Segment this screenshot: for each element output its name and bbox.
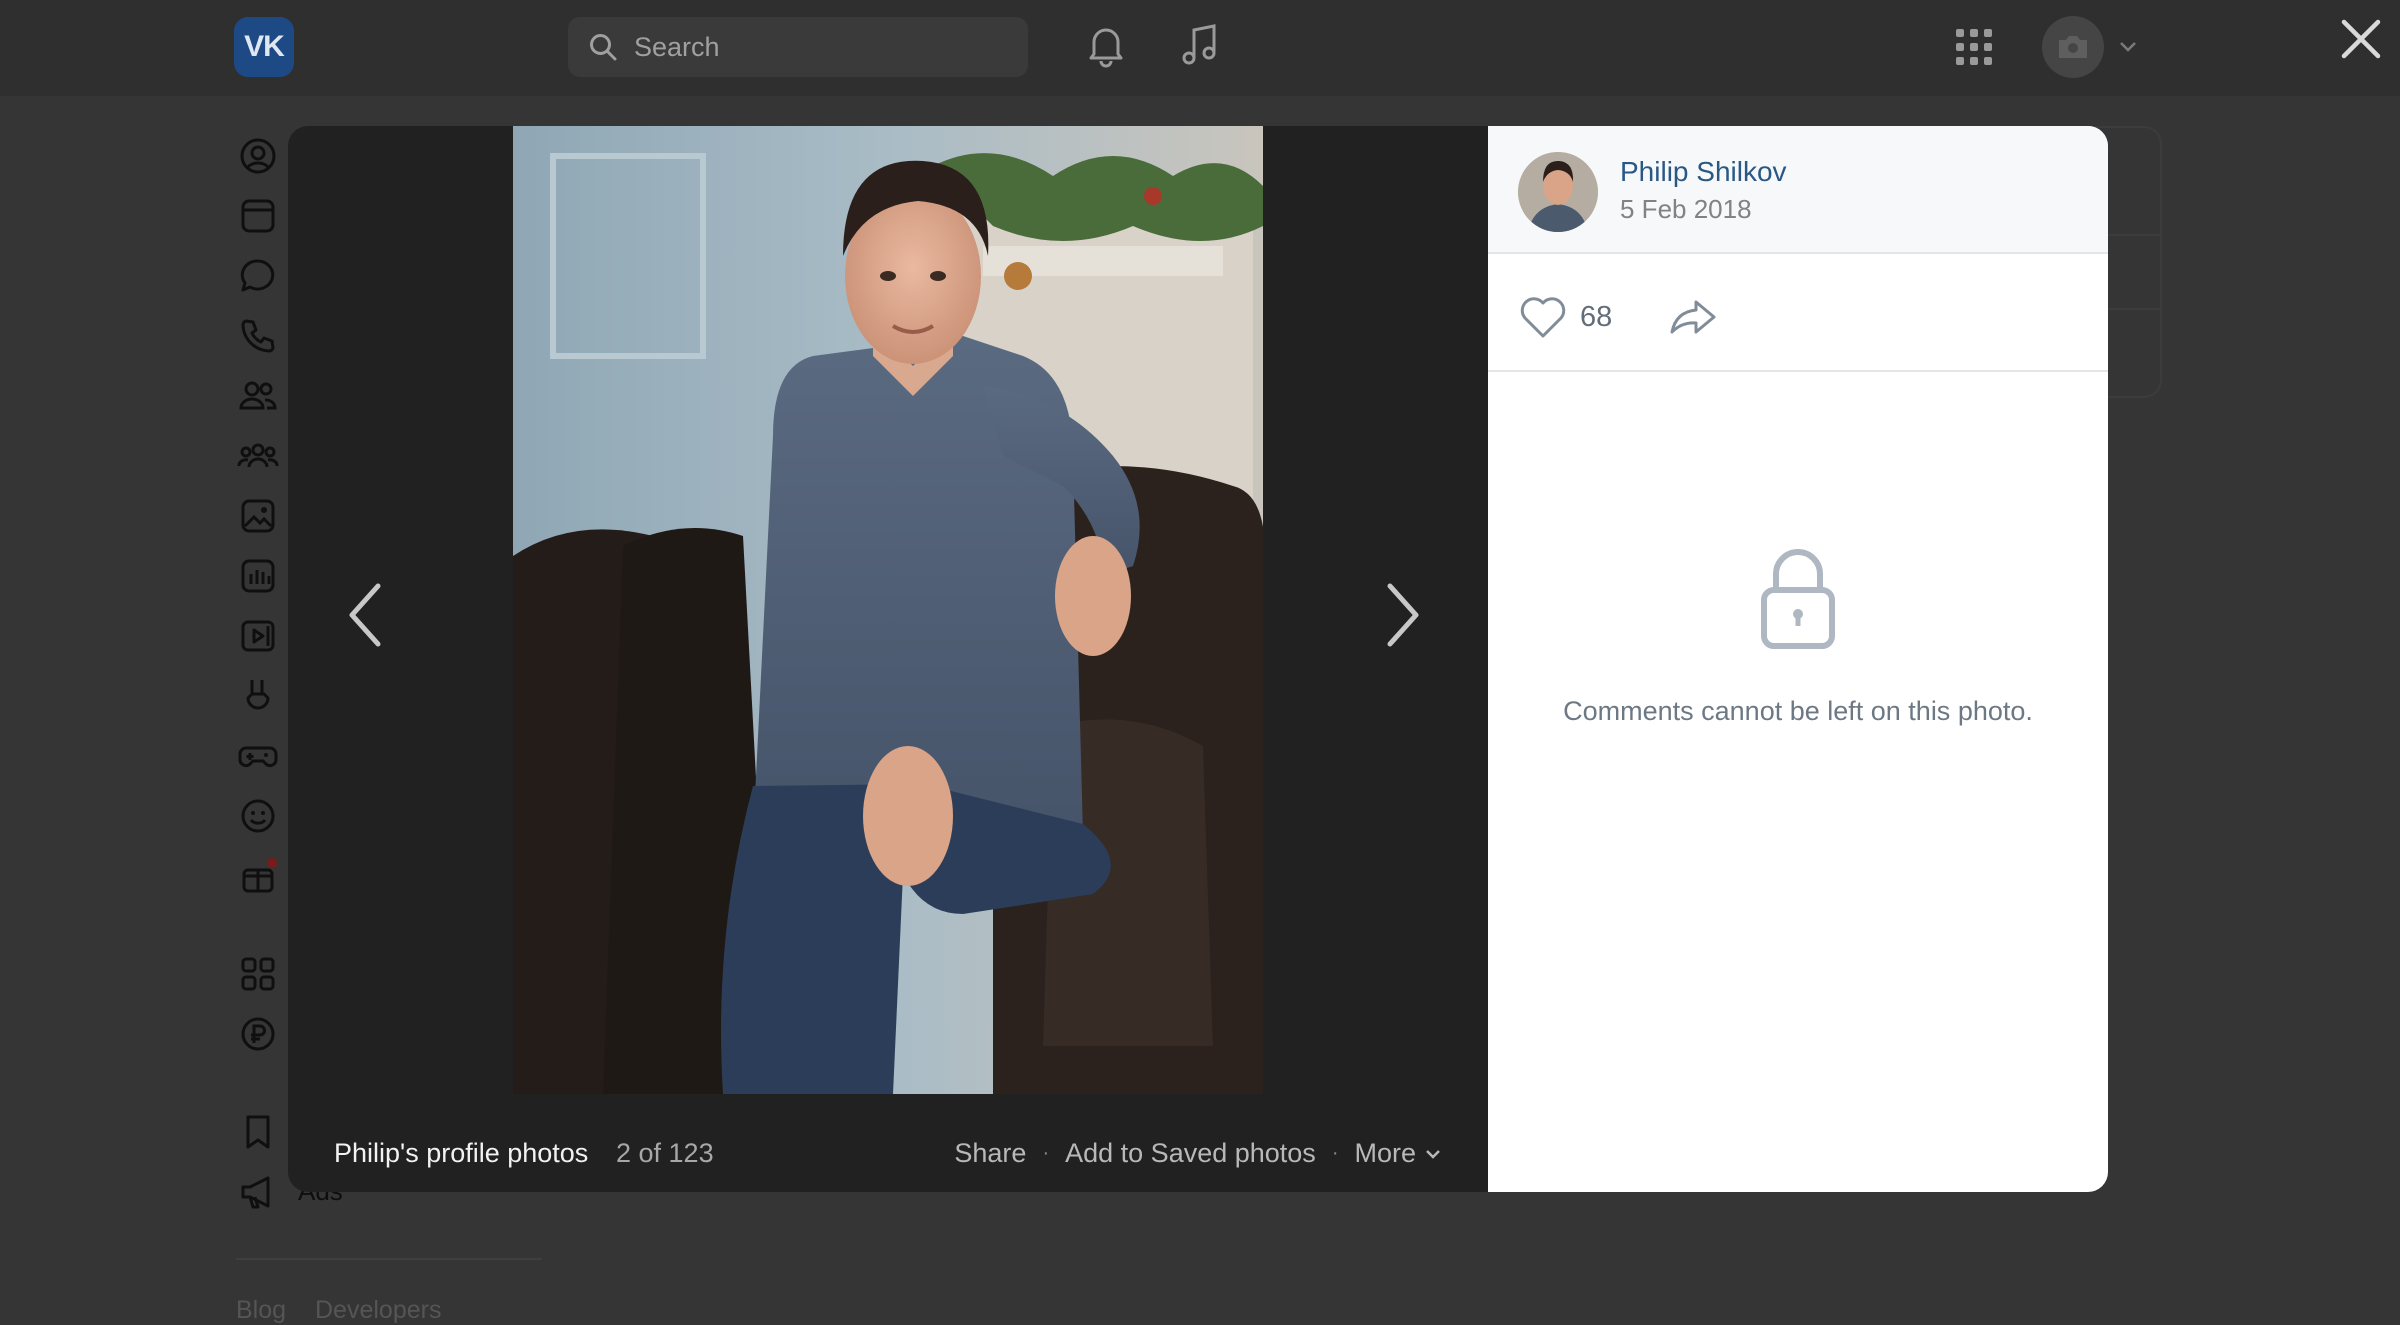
news-icon[interactable] bbox=[236, 194, 280, 238]
photo-footer: Philip's profile photos 2 of 123 Share ·… bbox=[288, 1108, 1488, 1192]
services-icon[interactable] bbox=[236, 952, 280, 996]
stickers-icon[interactable] bbox=[236, 794, 280, 838]
footer-link-developers[interactable]: Developers bbox=[315, 1296, 441, 1324]
close-icon bbox=[2338, 16, 2384, 62]
previous-photo-button[interactable] bbox=[334, 570, 394, 660]
album-title-link[interactable]: Philip's profile photos bbox=[334, 1138, 588, 1169]
author-avatar[interactable] bbox=[1518, 152, 1598, 232]
chevron-down-icon bbox=[1416, 1148, 1442, 1160]
photo-actions: Share · Add to Saved photos · More bbox=[954, 1138, 1442, 1169]
heart-icon bbox=[1518, 294, 1568, 340]
calls-icon[interactable] bbox=[236, 314, 280, 358]
clips-icon[interactable] bbox=[236, 674, 280, 718]
add-to-saved-link[interactable]: Add to Saved photos bbox=[1065, 1138, 1316, 1169]
games-icon[interactable] bbox=[236, 734, 280, 778]
messenger-icon[interactable] bbox=[236, 254, 280, 298]
friends-icon[interactable] bbox=[236, 374, 280, 418]
photo-info-pane: Philip Shilkov 5 Feb 2018 68 Comments ca… bbox=[1488, 126, 2108, 1192]
photo-viewer-modal: Philip's profile photos 2 of 123 Share ·… bbox=[288, 126, 2108, 1192]
separator-dot: · bbox=[1042, 1142, 1050, 1164]
camera-icon bbox=[2056, 33, 2090, 61]
video-icon[interactable] bbox=[236, 614, 280, 658]
ads-icon[interactable] bbox=[236, 1170, 280, 1214]
music-icon[interactable] bbox=[236, 554, 280, 598]
gifts-icon[interactable] bbox=[236, 854, 280, 898]
separator-dot: · bbox=[1331, 1142, 1339, 1164]
more-label: More bbox=[1354, 1138, 1416, 1168]
photo-pane: Philip's profile photos 2 of 123 Share ·… bbox=[288, 126, 1488, 1192]
bookmarks-icon[interactable] bbox=[236, 1110, 280, 1154]
search-icon bbox=[588, 32, 618, 62]
user-avatar-menu[interactable] bbox=[2042, 16, 2104, 78]
bell-icon[interactable] bbox=[1084, 22, 1128, 68]
next-photo-button[interactable] bbox=[1374, 570, 1434, 660]
photo-date: 5 Feb 2018 bbox=[1620, 194, 1752, 224]
footer-links: Blog Developers bbox=[236, 1296, 463, 1325]
comments-locked-text: Comments cannot be left on this photo. bbox=[1563, 696, 2033, 726]
profile-icon[interactable] bbox=[236, 134, 280, 178]
close-viewer-button[interactable] bbox=[2338, 16, 2384, 62]
apps-grid-icon[interactable] bbox=[1954, 27, 1994, 67]
photo-counter: 2 of 123 bbox=[616, 1138, 714, 1168]
footer-link-blog[interactable]: Blog bbox=[236, 1296, 286, 1324]
photos-icon[interactable] bbox=[236, 494, 280, 538]
lock-icon bbox=[1750, 544, 1846, 656]
like-count: 68 bbox=[1580, 300, 1613, 333]
search-input[interactable] bbox=[632, 30, 1016, 64]
author-row: Philip Shilkov 5 Feb 2018 bbox=[1488, 126, 2108, 254]
search-box[interactable] bbox=[568, 17, 1028, 77]
music-icon[interactable] bbox=[1178, 22, 1222, 68]
chevron-left-icon bbox=[334, 570, 394, 660]
payments-icon[interactable] bbox=[236, 1012, 280, 1056]
reactions-row: 68 bbox=[1488, 254, 2108, 372]
like-button[interactable]: 68 bbox=[1518, 294, 1612, 340]
share-button[interactable] bbox=[1666, 294, 1720, 340]
chevron-right-icon bbox=[1374, 570, 1434, 660]
share-link[interactable]: Share bbox=[954, 1138, 1026, 1169]
sidebar-divider bbox=[236, 1258, 542, 1260]
chevron-down-icon[interactable] bbox=[2118, 40, 2138, 54]
comments-locked-notice: Comments cannot be left on this photo. bbox=[1488, 549, 2108, 727]
communities-icon[interactable] bbox=[236, 434, 280, 478]
profile-photo[interactable] bbox=[513, 126, 1263, 1094]
author-name-link[interactable]: Philip Shilkov bbox=[1620, 156, 1787, 188]
more-menu-button[interactable]: More bbox=[1354, 1138, 1442, 1169]
share-arrow-icon bbox=[1666, 294, 1720, 340]
